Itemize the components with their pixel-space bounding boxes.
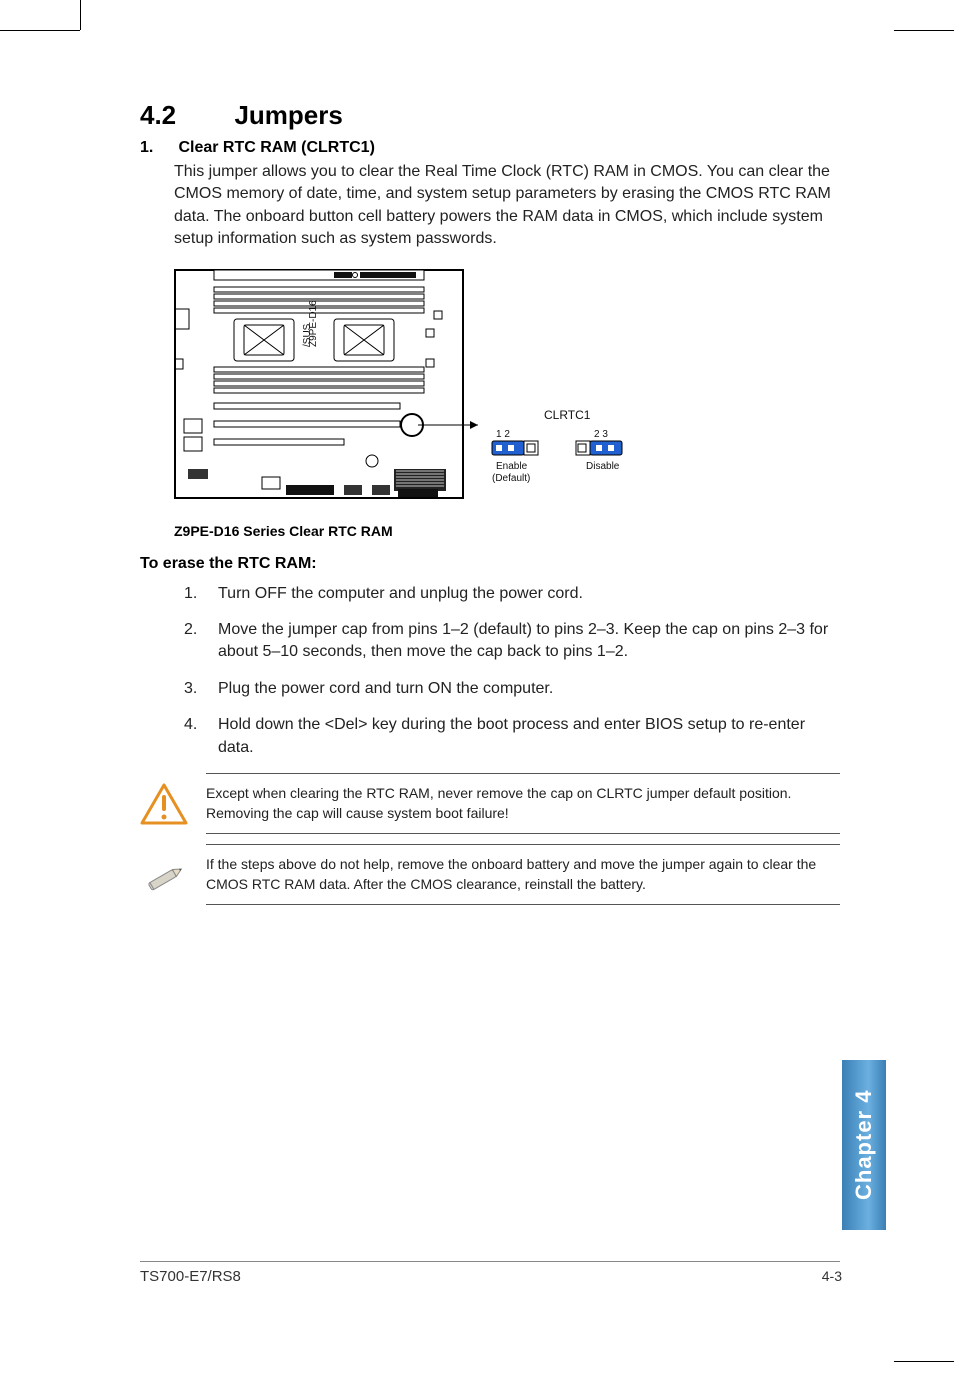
- item-heading: Clear RTC RAM (CLRTC1): [178, 139, 374, 156]
- item-body: This jumper allows you to clear the Real…: [174, 161, 840, 251]
- caution-text: Except when clearing the RTC RAM, never …: [206, 773, 840, 834]
- footer-product: TS700-E7/RS8: [140, 1268, 241, 1285]
- erase-steps: 1.Turn OFF the computer and unplug the p…: [184, 583, 840, 759]
- step-text: Hold down the <Del> key during the boot …: [218, 714, 840, 759]
- item-number: 1.: [140, 139, 174, 157]
- erase-heading: To erase the RTC RAM:: [140, 555, 840, 573]
- section-number: 4.2: [140, 100, 230, 131]
- step-text: Plug the power cord and turn ON the comp…: [218, 678, 840, 700]
- chapter-tab: Chapter 4: [842, 1060, 886, 1230]
- section-title: Jumpers: [234, 100, 342, 130]
- svg-text:2 3: 2 3: [594, 429, 608, 440]
- figure-caption: Z9PE-D16 Series Clear RTC RAM: [174, 523, 840, 539]
- note-text: If the steps above do not help, remove t…: [206, 844, 840, 905]
- caution-icon: [140, 783, 188, 825]
- crop-mark: [0, 30, 80, 31]
- motherboard-diagram: /SUS Z9PE-D16: [174, 269, 840, 539]
- svg-text:(Default): (Default): [492, 473, 530, 484]
- svg-text:Enable: Enable: [496, 461, 528, 472]
- svg-text:1 2: 1 2: [496, 429, 510, 440]
- pencil-icon: [140, 858, 188, 900]
- svg-text:CLRTC1: CLRTC1: [544, 408, 591, 422]
- footer-rule: [140, 1261, 840, 1262]
- step-num: 3.: [184, 678, 218, 700]
- crop-mark: [894, 30, 954, 31]
- svg-text:Z9PE-D16: Z9PE-D16: [308, 299, 319, 346]
- step-num: 2.: [184, 619, 218, 664]
- step-num: 4.: [184, 714, 218, 759]
- note-callout: If the steps above do not help, remove t…: [140, 844, 840, 905]
- page-content: 4.2 Jumpers 1. Clear RTC RAM (CLRTC1) Th…: [140, 100, 840, 911]
- step-text: Move the jumper cap from pins 1–2 (defau…: [218, 619, 840, 664]
- crop-mark: [80, 0, 81, 30]
- crop-mark: [894, 1361, 954, 1362]
- step-text: Turn OFF the computer and unplug the pow…: [218, 583, 840, 605]
- caution-callout: Except when clearing the RTC RAM, never …: [140, 773, 840, 834]
- step-num: 1.: [184, 583, 218, 605]
- footer-page-number: 4-3: [822, 1268, 842, 1284]
- svg-text:Disable: Disable: [586, 461, 620, 472]
